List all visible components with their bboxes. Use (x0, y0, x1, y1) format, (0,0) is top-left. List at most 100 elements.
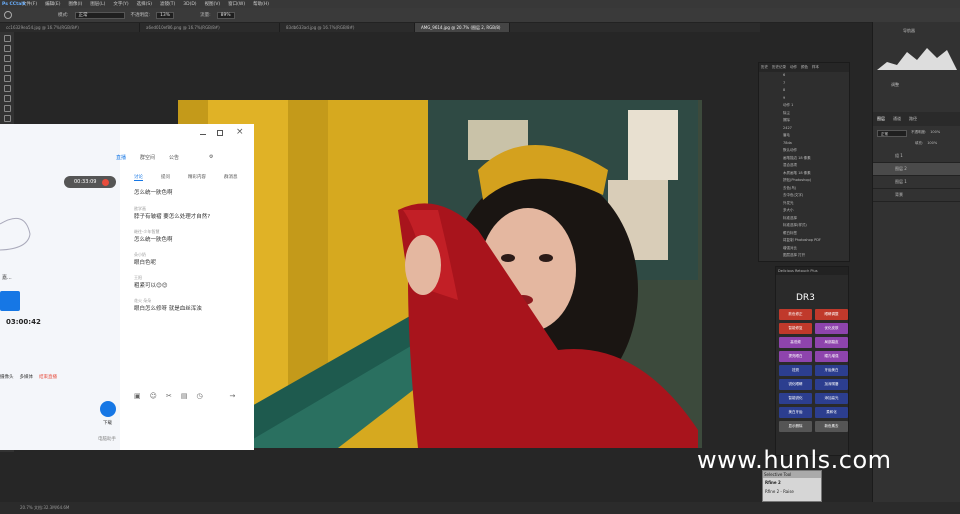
plugin-button[interactable]: 祛斑 (779, 365, 812, 376)
action-item[interactable]: 7 (783, 80, 849, 88)
layer-row[interactable]: 组 1 (873, 150, 960, 163)
action-item[interactable]: 木质画笔 18 像素 (783, 170, 849, 178)
panel-tab[interactable]: 动作 (790, 65, 797, 70)
stop-record-icon[interactable] (102, 178, 110, 186)
action-item[interactable]: 标准选择(样式) (783, 222, 849, 230)
menu-view[interactable]: 视图(V) (205, 1, 221, 7)
doc-tab[interactable]: a6ed010ef86.png @ 16.7%(RGB/8#) (140, 23, 280, 32)
marquee-tool-icon[interactable] (3, 45, 11, 52)
camera-button[interactable]: 摄像头 (0, 374, 14, 380)
action-item[interactable]: 拼贴(Photoshop) (783, 177, 849, 185)
action-item[interactable]: 6 (783, 72, 849, 80)
media-button[interactable]: 多媒体 (20, 374, 34, 380)
lasso-tool-icon[interactable] (3, 55, 11, 62)
menu-type[interactable]: 文字(Y) (113, 1, 128, 7)
panel-tab[interactable]: 颜色 (801, 65, 808, 70)
action-item[interactable]: 外发光 (783, 200, 849, 208)
action-item[interactable]: 擦除 (783, 117, 849, 125)
pen-icon[interactable] (100, 401, 116, 417)
plugin-button[interactable]: 美白牙齿 (779, 407, 812, 418)
action-item[interactable]: 动作 1 (783, 102, 849, 110)
plugin-button[interactable]: 显示删除 (779, 421, 812, 432)
image-icon[interactable]: ▤ (181, 392, 188, 400)
minimize-icon[interactable] (200, 134, 206, 135)
tab-notice[interactable]: 公告 (169, 154, 179, 161)
action-item[interactable]: 除尘 (783, 110, 849, 118)
subtab-questions[interactable]: 提问 (161, 174, 170, 181)
menu-edit[interactable]: 编辑(E) (45, 1, 60, 7)
action-item[interactable]: 多大小 (783, 207, 849, 215)
crop-tool-icon[interactable] (3, 65, 11, 72)
subtab-highlights[interactable]: 精彩内容 (188, 174, 206, 181)
flow-field[interactable]: 89% (216, 11, 235, 19)
action-item[interactable]: 标准选择 (783, 215, 849, 223)
plugin-button[interactable]: 眼睛调整 (815, 309, 848, 320)
menu-window[interactable]: 窗口(W) (228, 1, 245, 7)
plugin-button[interactable]: 优化皮肤 (815, 323, 848, 334)
plugin-button[interactable]: 锐化眼睛 (779, 379, 812, 390)
end-live-button[interactable]: 结束直播 (39, 374, 57, 380)
doc-tab[interactable]: 83db633ad.jpg @ 16.7%(RGB/8#) (280, 23, 415, 32)
layer-row[interactable]: 图层 1 (873, 176, 960, 189)
menu-help[interactable]: 帮助(H) (253, 1, 269, 7)
layer-row[interactable]: 背景 (873, 189, 960, 202)
tab-channels[interactable]: 通道 (893, 116, 901, 122)
action-item[interactable]: 9 (783, 95, 849, 103)
eyedropper-tool-icon[interactable] (3, 75, 11, 82)
canvas-photo[interactable] (178, 100, 702, 448)
plugin-button[interactable]: 新色素去 (815, 421, 848, 432)
plugin-button[interactable]: 智能锐化 (779, 393, 812, 404)
tab-group-space[interactable]: 群空间 (140, 154, 155, 161)
panel-tab[interactable]: 历史记录 (772, 65, 786, 70)
plugin-button[interactable]: 柔和化 (815, 407, 848, 418)
action-item[interactable]: 去色(鸟) (783, 185, 849, 193)
mode-select[interactable]: 正常 (74, 11, 125, 19)
action-item[interactable]: 默认动作 (783, 147, 849, 155)
fill-value[interactable]: 100% (927, 141, 937, 146)
scissors-icon[interactable]: ✂ (166, 392, 172, 400)
brush-tool-icon[interactable] (3, 95, 11, 102)
close-icon[interactable]: × (236, 127, 244, 137)
send-arrow-icon[interactable]: → (230, 392, 236, 400)
gift-icon[interactable]: ▣ (134, 392, 141, 400)
clock-icon[interactable]: ◷ (196, 392, 202, 400)
action-item[interactable]: 去中色(文字) (783, 192, 849, 200)
plugin-button[interactable]: 加深嘴唇 (815, 379, 848, 390)
opacity-field[interactable]: 13% (156, 11, 175, 19)
action-item[interactable]: 混合选项 (783, 162, 849, 170)
action-item[interactable]: 将复制 Photoshop PDF (783, 237, 849, 245)
plugin-button[interactable]: 瞳孔增强 (815, 351, 848, 362)
action-item[interactable]: 增强对比 (783, 245, 849, 253)
plugin-button[interactable]: 肤色修正 (779, 309, 812, 320)
action-item[interactable]: 图层选择 打开 (783, 252, 849, 260)
tab-paths[interactable]: 路径 (909, 116, 917, 122)
doc-tab[interactable]: cc16329ea54.jpg @ 16.7%(RGB/8#) (0, 23, 140, 32)
plugin-button[interactable]: 高低频 (779, 337, 812, 348)
blend-mode-select[interactable]: 正常 (877, 130, 907, 137)
plugin-button[interactable]: 添加高光 (815, 393, 848, 404)
subtab-discussion[interactable]: 讨论 (134, 174, 143, 181)
action-item[interactable]: 画笔描边 18 像素 (783, 155, 849, 163)
doc-tab-active[interactable]: AMG_9614.jpg @ 20.7% (图层 2, RGB/8) (415, 23, 510, 32)
settings-gear-icon[interactable]: ⚙ (209, 154, 213, 161)
download-label[interactable]: 下载 (103, 420, 112, 426)
plugin-button[interactable]: 提亮眼白 (779, 351, 812, 362)
menu-filter[interactable]: 滤镜(T) (160, 1, 175, 7)
move-tool-icon[interactable] (3, 35, 11, 42)
plugin-button[interactable]: 局部磨皮 (815, 337, 848, 348)
panel-tab[interactable]: 历史 (761, 65, 768, 70)
stamp-tool-icon[interactable] (3, 105, 11, 112)
layer-row[interactable]: 图层 2 (873, 163, 960, 176)
action-item[interactable]: 8 (783, 87, 849, 95)
action-item[interactable]: 2427 (783, 125, 849, 133)
action-item[interactable]: 眼白标签 (783, 230, 849, 238)
tab-layers[interactable]: 图层 (877, 116, 885, 122)
menu-layer[interactable]: 图层(L) (90, 1, 105, 7)
menu-image[interactable]: 图像(I) (68, 1, 82, 7)
menu-select[interactable]: 选择(S) (137, 1, 152, 7)
action-item[interactable]: 78da (783, 140, 849, 148)
opacity-value[interactable]: 100% (930, 130, 940, 137)
healing-tool-icon[interactable] (3, 85, 11, 92)
panel-tab[interactable]: 样本 (812, 65, 819, 70)
menu-3d[interactable]: 3D(D) (183, 2, 196, 7)
